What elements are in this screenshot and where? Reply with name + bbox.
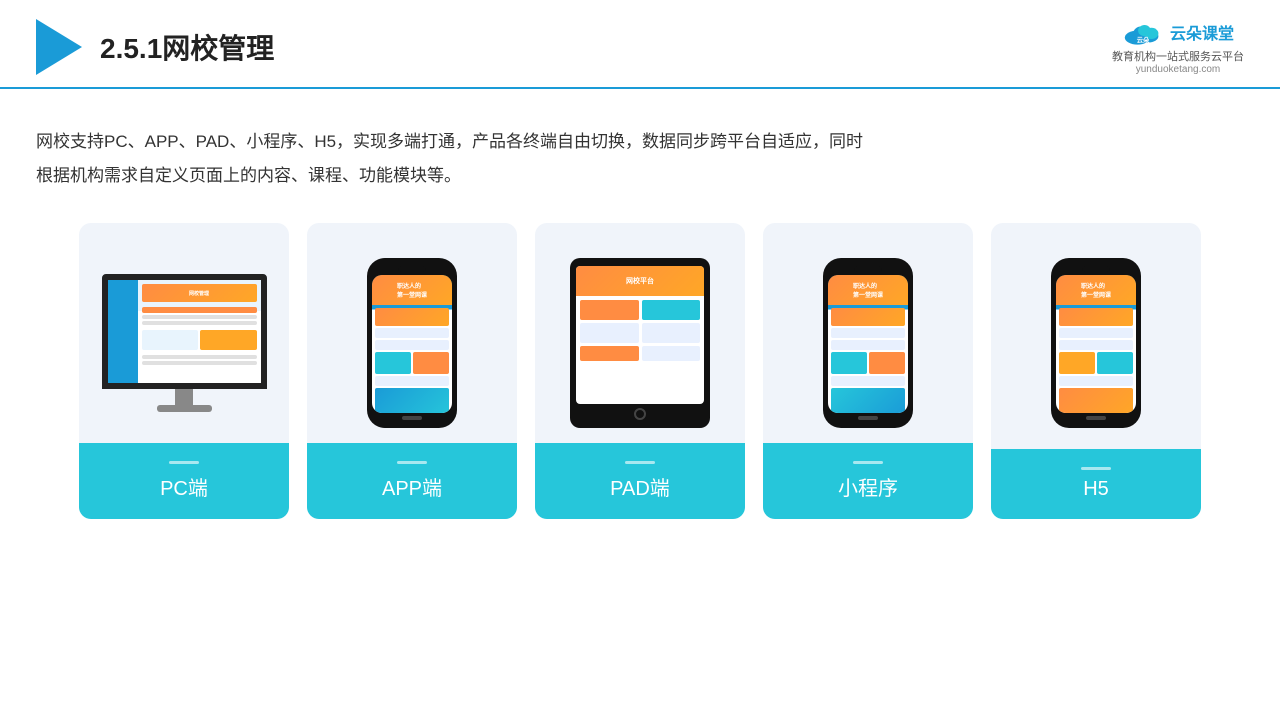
pc-monitor-icon: 网校管理 (102, 274, 267, 412)
card-pc: 网校管理 (79, 223, 289, 519)
cloud-logo-icon: 云朵 (1122, 18, 1164, 46)
brand-name: 云朵课堂 (1170, 20, 1234, 44)
card-mini-program: 职达人的第一堂网课 (763, 223, 973, 519)
pad-tablet-icon: 网校平台 (570, 258, 710, 428)
brand-logo: 云朵 云朵课堂 (1122, 18, 1234, 46)
card-h5: 职达人的第一堂网课 (991, 223, 1201, 519)
header-left: 2.5.1网校管理 (36, 19, 274, 75)
brand-tagline: 教育机构一站式服务云平台 (1112, 48, 1244, 64)
card-h5-label: H5 (991, 449, 1201, 519)
page-title: 2.5.1网校管理 (100, 27, 274, 67)
card-pc-label: PC端 (79, 443, 289, 519)
description-text: 网校支持PC、APP、PAD、小程序、H5，实现多端打通，产品各终端自由切换，数… (0, 89, 900, 213)
card-app: 职达人的第一堂网课 (307, 223, 517, 519)
brand-area: 云朵 云朵课堂 教育机构一站式服务云平台 yunduoketang.com (1112, 18, 1244, 75)
mini-program-phone-icon: 职达人的第一堂网课 (823, 258, 913, 428)
card-app-label: APP端 (307, 443, 517, 519)
brand-url: yunduoketang.com (1136, 64, 1221, 75)
card-pad-image: 网校平台 (535, 243, 745, 443)
svg-text:云朵: 云朵 (1137, 35, 1150, 44)
monitor-screen: 网校管理 (102, 274, 267, 389)
card-pc-image: 网校管理 (79, 243, 289, 443)
card-mini-program-label: 小程序 (763, 443, 973, 519)
page-header: 2.5.1网校管理 云朵 云朵课堂 教育机构一站式服务云平台 yunduoket… (0, 0, 1280, 89)
card-pad-label: PAD端 (535, 443, 745, 519)
card-pad: 网校平台 PAD端 (535, 223, 745, 519)
card-mini-program-image: 职达人的第一堂网课 (763, 243, 973, 443)
h5-phone-icon: 职达人的第一堂网课 (1051, 258, 1141, 428)
card-app-image: 职达人的第一堂网课 (307, 243, 517, 443)
device-cards-container: 网校管理 (0, 213, 1280, 539)
app-phone-icon: 职达人的第一堂网课 (367, 258, 457, 428)
brand-triangle-icon (36, 19, 82, 75)
card-h5-image: 职达人的第一堂网课 (991, 243, 1201, 443)
